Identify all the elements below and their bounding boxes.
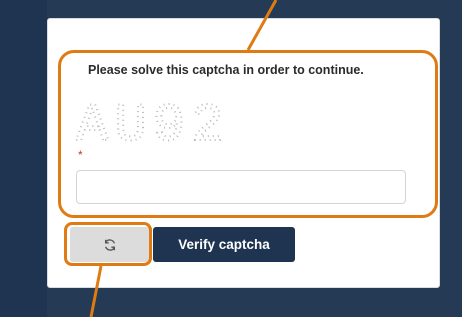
captcha-highlight-box <box>58 50 438 218</box>
refresh-highlight-box <box>64 222 152 266</box>
left-background-strip <box>0 0 47 317</box>
verify-captcha-button[interactable]: Verify captcha <box>153 227 295 262</box>
